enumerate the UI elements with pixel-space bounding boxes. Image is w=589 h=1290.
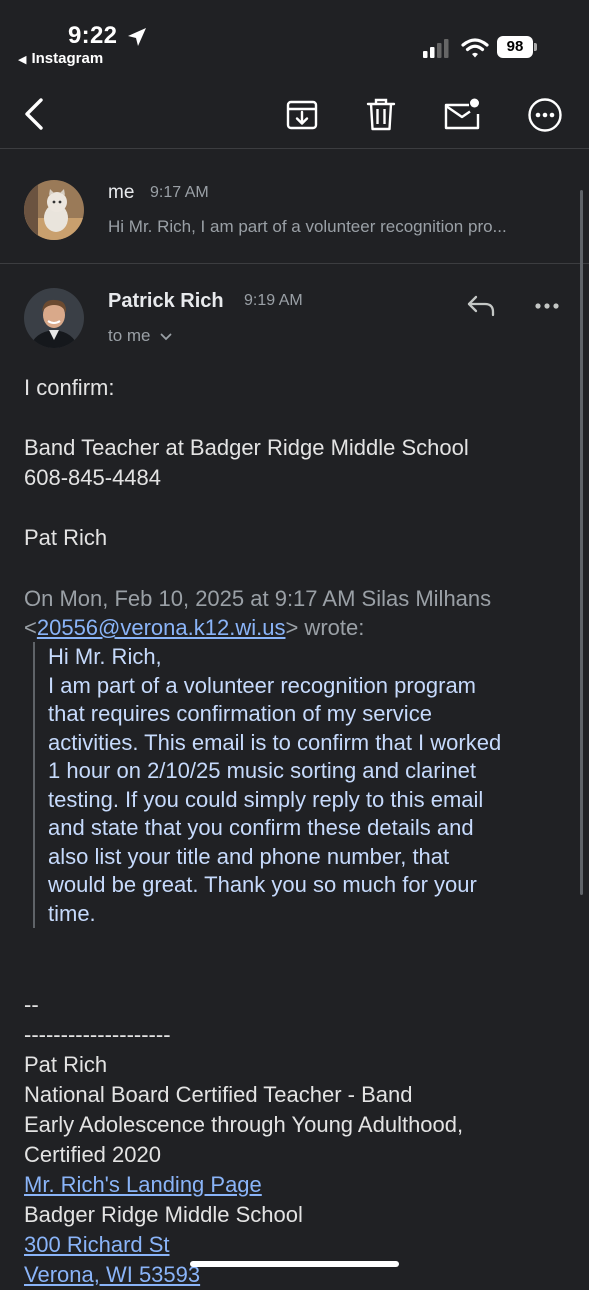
archive-icon <box>286 100 318 130</box>
quoted-sender-email-link[interactable]: 20556@verona.k12.wi.us <box>37 615 286 640</box>
mark-unread-icon <box>444 98 480 130</box>
quote-header-line1: On Mon, Feb 10, 2025 at 9:17 AM Silas Mi… <box>24 586 492 611</box>
quote-line: activities. This email is to confirm tha… <box>48 729 502 755</box>
sig-separator-line: -------------------- <box>24 1022 171 1047</box>
message-time: 9:19 AM <box>244 292 303 309</box>
home-indicator[interactable] <box>190 1261 399 1267</box>
quote-line: 1 hour on 2/10/25 music sorting and clar… <box>48 758 477 783</box>
message-divider <box>0 263 589 264</box>
mark-unread-button[interactable] <box>442 94 482 134</box>
back-button[interactable] <box>14 94 54 134</box>
delete-button[interactable] <box>361 95 401 135</box>
to-line: to me <box>108 326 151 345</box>
sig-school: Badger Ridge Middle School <box>24 1202 303 1227</box>
body-phone: 608-845-4484 <box>24 465 162 490</box>
reply-icon <box>467 295 495 317</box>
more-icon <box>528 98 562 132</box>
sig-certification: Early Adolescence through Young Adulthoo… <box>24 1112 464 1137</box>
body-confirm: I confirm: <box>24 375 115 400</box>
city-link[interactable]: Verona, WI 53593 <box>24 1262 200 1287</box>
back-triangle-icon: ◀ <box>18 54 27 66</box>
trash-icon <box>366 98 396 131</box>
back-icon <box>25 98 43 130</box>
body-signoff: Pat Rich <box>24 525 108 550</box>
quote-line: time. <box>48 900 96 926</box>
location-arrow-icon <box>128 28 146 46</box>
more-horiz-icon <box>535 303 559 309</box>
quote-bar <box>33 642 35 928</box>
signature: -- -------------------- Pat Rich Nationa… <box>24 990 584 1290</box>
quote-line: Hi Mr. Rich, <box>48 644 162 669</box>
wifi-icon <box>461 38 489 58</box>
scrollbar[interactable] <box>580 190 583 895</box>
back-to-app-link[interactable]: ◀ Instagram <box>18 50 103 67</box>
collapsed-message[interactable]: me 9:17 AM Hi Mr. Rich, I am part of a v… <box>0 149 589 263</box>
landing-page-link[interactable]: Mr. Rich's Landing Page <box>24 1172 262 1197</box>
status-time: 9:22 <box>68 22 118 49</box>
quote-line: and state that you confirm these details… <box>48 815 474 840</box>
quote-line: I am part of a volunteer recognition pro… <box>48 672 477 698</box>
quoted-message: Hi Mr. Rich, I am part of a volunteer re… <box>48 643 578 928</box>
body-title: Band Teacher at Badger Ridge Middle Scho… <box>24 435 469 460</box>
quote-header-wrote: > wrote: <box>285 615 365 640</box>
battery-level: 98 <box>497 36 533 58</box>
sig-title: National Board Certified Teacher - Band <box>24 1082 413 1107</box>
cellular-signal-icon <box>423 39 449 58</box>
quote-line: also list your title and phone number, t… <box>48 843 450 869</box>
message-more-button[interactable] <box>527 286 567 326</box>
avatar-me <box>24 180 84 240</box>
quote-line: testing. If you could simply reply to th… <box>48 786 484 812</box>
archive-button[interactable] <box>282 95 322 135</box>
reply-button[interactable] <box>461 286 501 326</box>
more-options-button[interactable] <box>525 95 565 135</box>
avatar-patrick-rich <box>24 288 84 348</box>
sender-name: me <box>108 182 135 203</box>
sig-separator: -- <box>24 992 39 1017</box>
quote-header-lt: < <box>24 615 37 640</box>
chevron-down-icon <box>160 333 172 340</box>
quote-header: On Mon, Feb 10, 2025 at 9:17 AM Silas Mi… <box>24 584 584 642</box>
message-time: 9:17 AM <box>150 184 209 201</box>
quote-line: that requires confirmation of my service <box>48 701 432 726</box>
back-app-label: Instagram <box>31 50 104 67</box>
sig-certification-year: Certified 2020 <box>24 1142 161 1167</box>
battery-indicator: 98 <box>497 36 539 58</box>
sender-name: Patrick Rich <box>108 290 224 312</box>
message-snippet: Hi Mr. Rich, I am part of a volunteer re… <box>108 217 507 236</box>
quote-line: would be great. Thank you so much for yo… <box>48 872 477 897</box>
address-link[interactable]: 300 Richard St <box>24 1232 170 1257</box>
sig-name: Pat Rich <box>24 1052 108 1077</box>
recipient-details-toggle[interactable]: to me <box>108 326 172 346</box>
